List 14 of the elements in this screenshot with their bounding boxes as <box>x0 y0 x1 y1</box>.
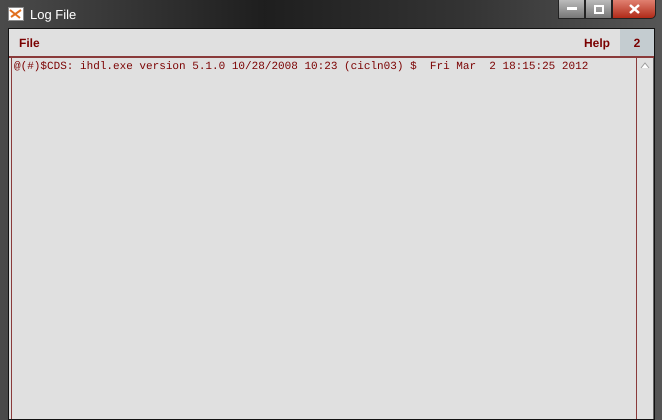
close-button[interactable] <box>612 0 656 19</box>
menu-item[interactable]: Help <box>574 36 620 50</box>
log-line: @(#)$CDS: ihdl.exe version 5.1.0 10/28/2008 10:23 (cicln03) $ Fri Mar 2 18:15:25 2012 <box>14 61 590 73</box>
menu-item[interactable]: File <box>9 36 50 50</box>
scrollbar[interactable] <box>636 58 654 419</box>
count-badge: 2 <box>620 29 654 56</box>
minimize-button[interactable] <box>558 0 585 19</box>
maximize-button[interactable] <box>585 0 612 19</box>
window-title: Log File <box>30 6 76 22</box>
app-icon <box>8 7 24 21</box>
maximize-icon <box>594 4 604 14</box>
minimize-icon <box>566 7 576 11</box>
scroll-up-icon[interactable] <box>640 61 650 69</box>
close-icon <box>628 4 640 14</box>
